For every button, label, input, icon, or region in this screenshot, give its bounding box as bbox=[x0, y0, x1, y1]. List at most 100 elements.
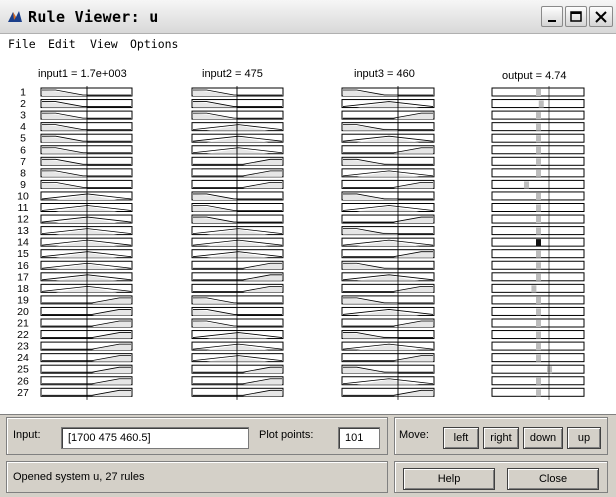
input2-mf-cell[interactable] bbox=[191, 99, 284, 109]
input2-mf-cell[interactable] bbox=[191, 376, 284, 386]
input1-mf-cell[interactable] bbox=[40, 168, 133, 178]
output-mf-cell[interactable] bbox=[491, 237, 585, 247]
output-mf-cell[interactable] bbox=[491, 156, 585, 166]
input1-mf-cell[interactable] bbox=[40, 203, 133, 212]
input3-mf-cell[interactable] bbox=[341, 260, 435, 270]
input3-mf-cell[interactable] bbox=[341, 330, 435, 340]
input2-mf-cell[interactable] bbox=[191, 110, 284, 120]
output-mf-cell[interactable] bbox=[491, 168, 585, 178]
input3-mf-cell[interactable] bbox=[341, 295, 435, 305]
input1-mf-cell[interactable] bbox=[40, 191, 133, 201]
input2-mf-cell[interactable] bbox=[191, 156, 284, 166]
input1-mf-cell[interactable] bbox=[40, 110, 133, 120]
input2-mf-cell[interactable] bbox=[191, 226, 284, 236]
input3-mf-cell[interactable] bbox=[341, 110, 435, 120]
output-mf-cell[interactable] bbox=[491, 295, 585, 305]
input3-mf-cell[interactable] bbox=[341, 168, 435, 178]
input3-mf-cell[interactable] bbox=[341, 226, 435, 236]
input1-mf-cell[interactable] bbox=[40, 99, 133, 109]
input2-mf-cell[interactable] bbox=[191, 330, 284, 340]
input2-mf-cell[interactable] bbox=[191, 133, 284, 143]
move-down-button[interactable]: down bbox=[523, 427, 563, 449]
output-mf-cell[interactable] bbox=[491, 99, 585, 109]
output-mf-cell[interactable] bbox=[491, 226, 585, 236]
input3-mf-cell[interactable] bbox=[341, 306, 435, 316]
output-mf-cell[interactable] bbox=[491, 179, 585, 189]
menu-edit[interactable]: Edit bbox=[48, 37, 76, 51]
input2-mf-cell[interactable] bbox=[191, 353, 284, 363]
input1-mf-cell[interactable] bbox=[40, 237, 133, 247]
output-mf-cell[interactable] bbox=[491, 214, 585, 224]
help-button[interactable]: Help bbox=[403, 468, 495, 490]
input3-mf-cell[interactable] bbox=[341, 145, 435, 155]
input2-mf-cell[interactable] bbox=[191, 87, 284, 97]
move-right-button[interactable]: right bbox=[483, 427, 519, 449]
output-mf-cell[interactable] bbox=[491, 249, 585, 259]
input3-mf-cell[interactable] bbox=[341, 272, 435, 282]
output-mf-cell[interactable] bbox=[491, 283, 585, 293]
output-mf-cell[interactable] bbox=[491, 87, 585, 97]
input3-mf-cell[interactable] bbox=[341, 387, 435, 397]
input2-mf-cell[interactable] bbox=[191, 145, 284, 155]
input3-mf-cell[interactable] bbox=[341, 133, 435, 143]
input2-mf-cell[interactable] bbox=[191, 283, 284, 293]
input2-mf-cell[interactable] bbox=[191, 191, 284, 201]
move-up-button[interactable]: up bbox=[567, 427, 601, 449]
input3-mf-cell[interactable] bbox=[341, 87, 435, 97]
move-left-button[interactable]: left bbox=[443, 427, 479, 449]
input1-mf-cell[interactable] bbox=[40, 156, 133, 166]
input2-mf-cell[interactable] bbox=[191, 295, 284, 305]
input3-mf-cell[interactable] bbox=[341, 376, 435, 386]
output-mf-cell[interactable] bbox=[491, 387, 585, 397]
input3-mf-cell[interactable] bbox=[341, 341, 435, 351]
output-mf-cell[interactable] bbox=[491, 330, 585, 340]
input3-mf-cell[interactable] bbox=[341, 353, 435, 363]
input2-mf-cell[interactable] bbox=[191, 306, 284, 316]
input1-mf-cell[interactable] bbox=[40, 306, 133, 316]
plot-points-field[interactable]: 101 bbox=[338, 427, 380, 449]
input1-mf-cell[interactable] bbox=[40, 387, 133, 397]
output-mf-cell[interactable] bbox=[491, 145, 585, 155]
input2-mf-cell[interactable] bbox=[191, 260, 284, 270]
input2-mf-cell[interactable] bbox=[191, 318, 284, 328]
input3-mf-cell[interactable] bbox=[341, 283, 435, 293]
input1-mf-cell[interactable] bbox=[40, 87, 133, 97]
output-mf-cell[interactable] bbox=[491, 318, 585, 328]
input2-mf-cell[interactable] bbox=[191, 249, 284, 259]
input3-mf-cell[interactable] bbox=[341, 179, 435, 189]
output-mf-cell[interactable] bbox=[491, 376, 585, 386]
input2-mf-cell[interactable] bbox=[191, 237, 284, 247]
menu-file[interactable]: File bbox=[8, 37, 36, 51]
input3-mf-cell[interactable] bbox=[341, 364, 435, 374]
menu-view[interactable]: View bbox=[90, 37, 118, 51]
close-window-button[interactable] bbox=[589, 6, 613, 27]
output-mf-cell[interactable] bbox=[491, 306, 585, 316]
input1-mf-cell[interactable] bbox=[40, 330, 133, 340]
input1-mf-cell[interactable] bbox=[40, 318, 133, 328]
output-mf-cell[interactable] bbox=[491, 133, 585, 143]
output-mf-cell[interactable] bbox=[491, 364, 585, 374]
output-mf-cell[interactable] bbox=[491, 203, 585, 212]
output-mf-cell[interactable] bbox=[491, 110, 585, 120]
output-mf-cell[interactable] bbox=[491, 260, 585, 270]
minimize-button[interactable] bbox=[541, 6, 563, 27]
input1-mf-cell[interactable] bbox=[40, 226, 133, 236]
output-mf-cell[interactable] bbox=[491, 191, 585, 201]
input3-mf-cell[interactable] bbox=[341, 214, 435, 224]
input1-mf-cell[interactable] bbox=[40, 295, 133, 305]
input1-mf-cell[interactable] bbox=[40, 122, 133, 132]
input2-mf-cell[interactable] bbox=[191, 179, 284, 189]
input3-mf-cell[interactable] bbox=[341, 122, 435, 132]
input3-mf-cell[interactable] bbox=[341, 191, 435, 201]
input2-mf-cell[interactable] bbox=[191, 341, 284, 351]
input2-mf-cell[interactable] bbox=[191, 214, 284, 224]
output-mf-cell[interactable] bbox=[491, 353, 585, 363]
input2-mf-cell[interactable] bbox=[191, 272, 284, 282]
input1-mf-cell[interactable] bbox=[40, 260, 133, 270]
input1-mf-cell[interactable] bbox=[40, 145, 133, 155]
input1-mf-cell[interactable] bbox=[40, 283, 133, 293]
input3-mf-cell[interactable] bbox=[341, 249, 435, 259]
input3-mf-cell[interactable] bbox=[341, 203, 435, 212]
input3-mf-cell[interactable] bbox=[341, 99, 435, 109]
input2-mf-cell[interactable] bbox=[191, 122, 284, 132]
